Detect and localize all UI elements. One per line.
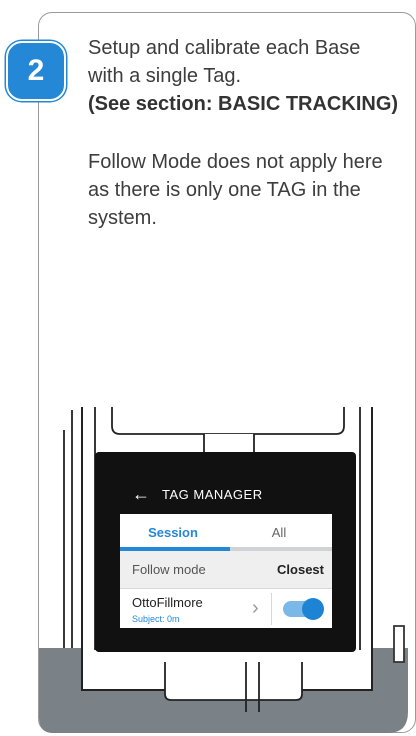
panel-title: TAG MANAGER <box>162 486 263 502</box>
tag-name: OttoFillmore <box>132 595 203 610</box>
panel-tabs: Session All <box>120 514 332 550</box>
tag-toggle[interactable] <box>283 598 324 620</box>
follow-mode-row[interactable]: Follow mode Closest <box>120 551 332 589</box>
tag-manager-panel: ← TAG MANAGER Session All Follow mode Cl… <box>120 474 332 628</box>
tag-row[interactable]: OttoFillmore Subject: 0m › <box>120 589 332 628</box>
panel-header: ← TAG MANAGER <box>120 474 332 514</box>
device-left-strip <box>63 410 73 648</box>
dock-slot <box>164 662 303 701</box>
follow-mode-label: Follow mode <box>132 562 206 577</box>
chevron-right-icon[interactable]: › <box>252 597 259 620</box>
tag-subtitle: Subject: 0m <box>132 614 180 624</box>
side-pillar <box>393 625 405 663</box>
tab-session[interactable]: Session <box>120 514 226 550</box>
follow-mode-value: Closest <box>277 562 324 577</box>
arrow-left-icon[interactable]: ← <box>132 484 154 505</box>
tab-all[interactable]: All <box>226 514 332 550</box>
